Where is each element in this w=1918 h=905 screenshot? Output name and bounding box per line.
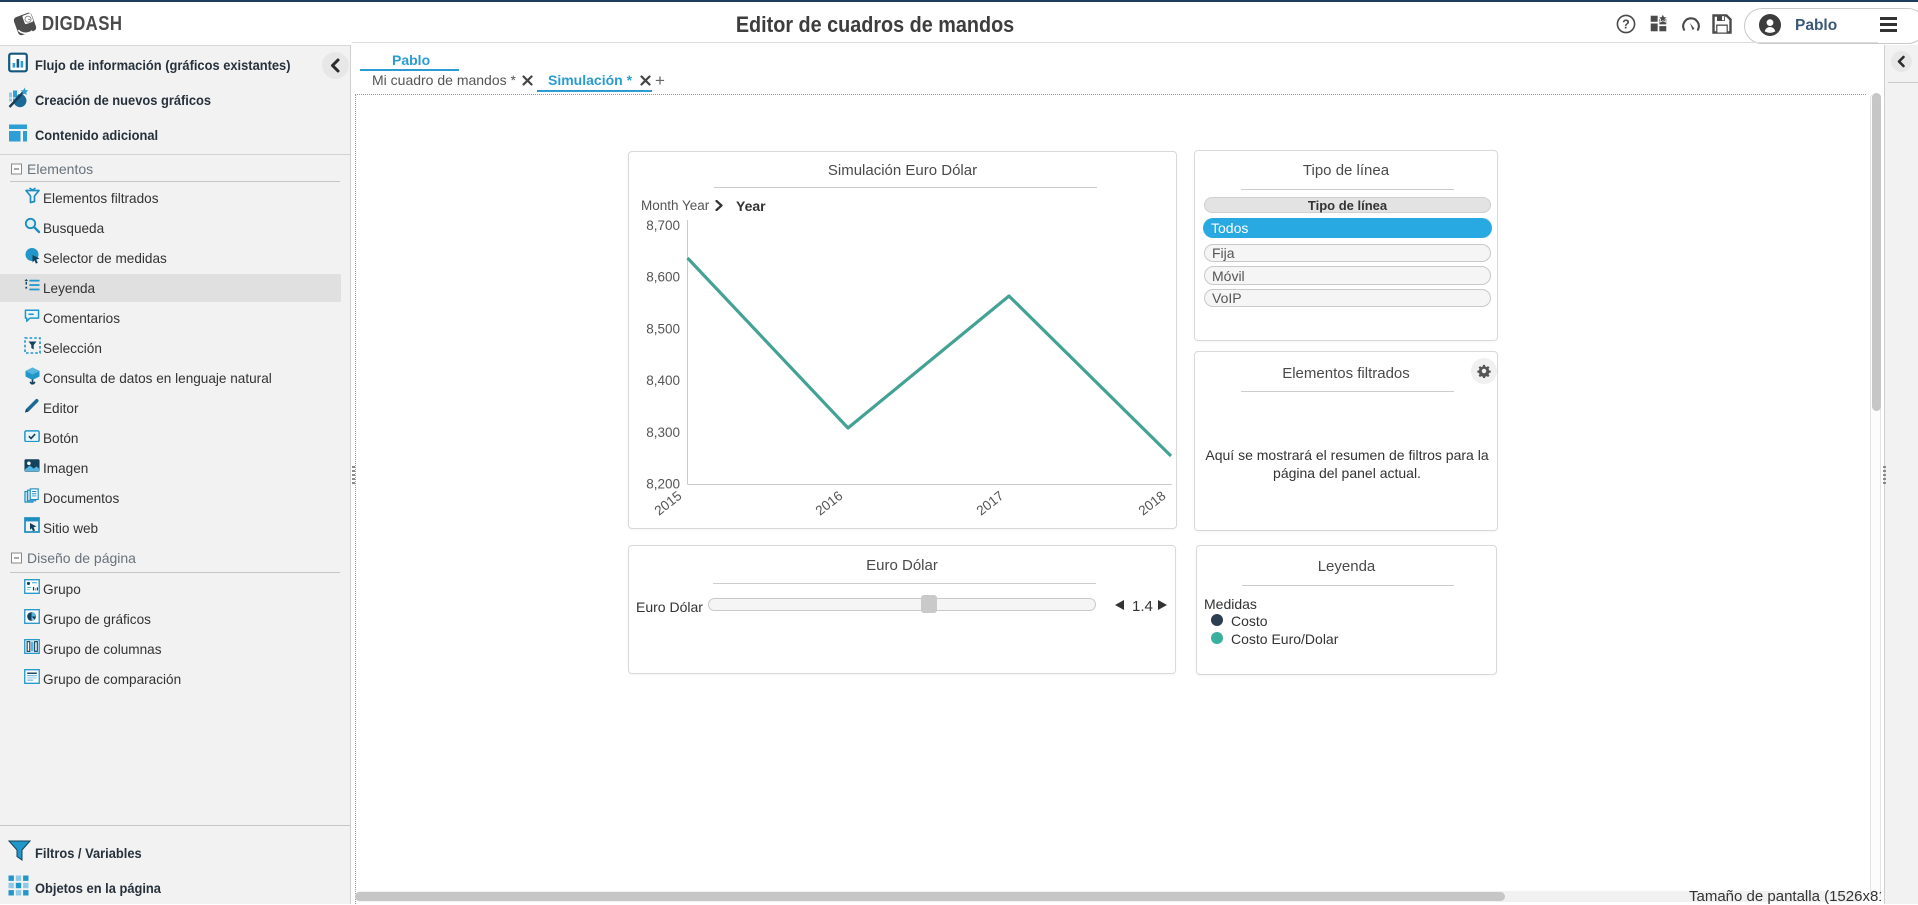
svg-text:?: ? (1622, 17, 1630, 31)
svg-text:8,400: 8,400 (646, 373, 680, 388)
svg-text:2018: 2018 (1136, 488, 1169, 518)
svg-text:8,300: 8,300 (646, 425, 680, 440)
svg-text:8,500: 8,500 (646, 321, 680, 336)
svg-text:8,600: 8,600 (646, 270, 680, 285)
svg-text:2017: 2017 (974, 488, 1007, 518)
svg-text:2016: 2016 (813, 488, 846, 518)
svg-text:8,700: 8,700 (646, 218, 680, 233)
svg-text:2015: 2015 (652, 488, 685, 518)
